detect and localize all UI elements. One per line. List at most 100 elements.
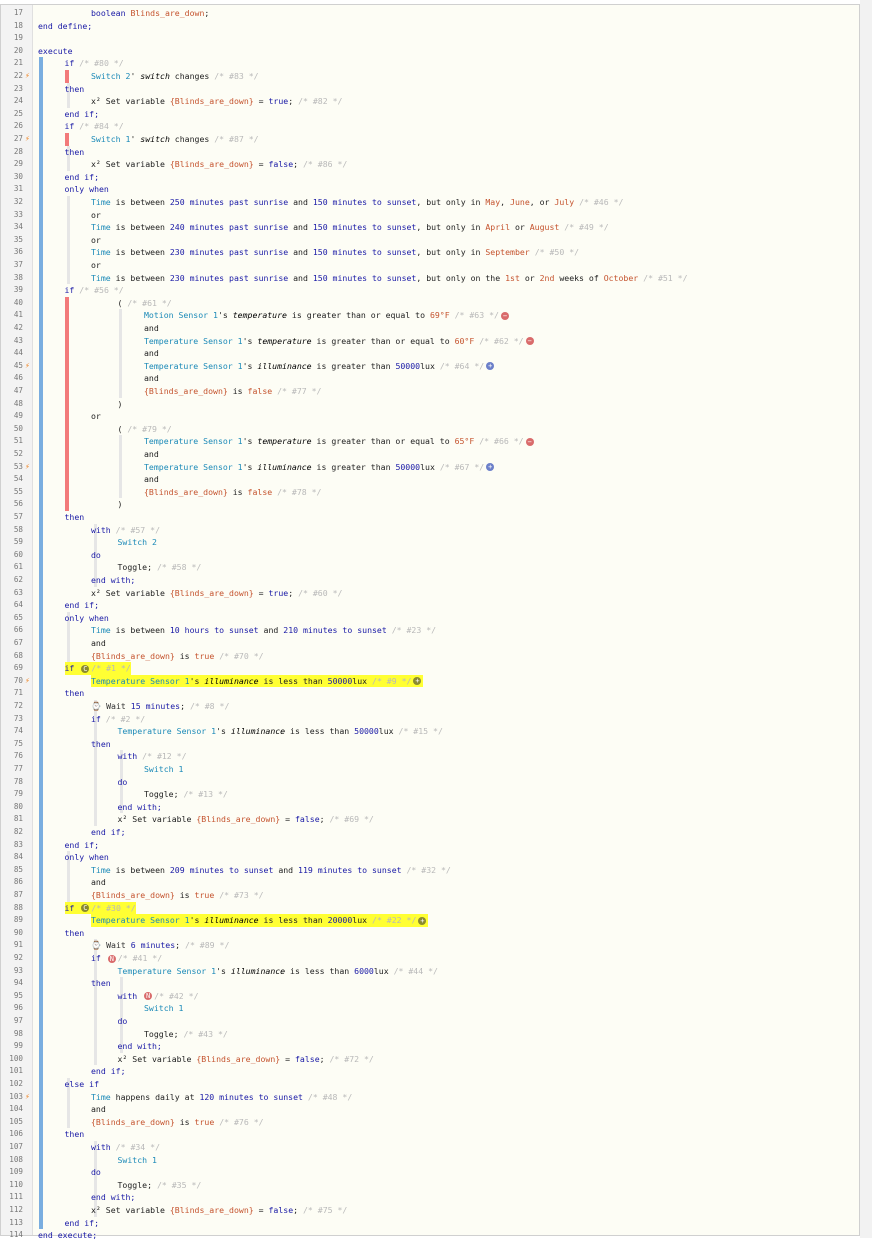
code-line[interactable]: 63 x² Set variable {Blinds_are_down} = tr… <box>1 587 859 600</box>
code-line[interactable]: 70 ⚡ Temperature Sensor 1's illuminance is… <box>1 674 859 688</box>
code-line[interactable]: 49 or <box>1 410 859 423</box>
code-line[interactable]: 48) <box>1 398 859 411</box>
code-line[interactable]: 21 if /* #80 */ <box>1 57 859 70</box>
code-line[interactable]: 80 end with; <box>1 801 859 814</box>
code-line[interactable]: 40 ( /* #61 */ <box>1 297 859 310</box>
code-line[interactable]: 67 and <box>1 637 859 650</box>
code-line[interactable]: 90 then <box>1 927 859 940</box>
code-line[interactable]: 25 end if; <box>1 108 859 121</box>
code-line[interactable]: 44 and <box>1 347 859 360</box>
code-line[interactable]: 32 Time is between 250 minutes past sunri… <box>1 196 859 209</box>
code-line[interactable]: 66 Time is between 10 hours to sunset and… <box>1 624 859 637</box>
code-line[interactable]: 94 then <box>1 977 859 990</box>
code-line[interactable]: 77 Switch 1 <box>1 763 859 776</box>
badge-plus-icon[interactable]: + <box>486 362 495 371</box>
code-line[interactable]: 81 x² Set variable {Blinds_are_down} = fa… <box>1 813 859 826</box>
code-line[interactable]: 74 Temperature Sensor 1's illuminance is … <box>1 725 859 738</box>
code-line[interactable]: 61 Toggle; /* #58 */ <box>1 561 859 574</box>
code-line[interactable]: 110 Toggle; /* #35 */ <box>1 1179 859 1192</box>
code-line[interactable]: 108 Switch 1 <box>1 1154 859 1167</box>
code-line[interactable]: 31 only when <box>1 183 859 196</box>
code-line[interactable]: 59 Switch 2 <box>1 536 859 549</box>
code-line[interactable]: 93 Temperature Sensor 1's illuminance is … <box>1 965 859 978</box>
code-line[interactable]: 18 end define; <box>1 20 859 33</box>
code-line[interactable]: 84 only when <box>1 851 859 864</box>
code-line[interactable]: 39 if /* #56 */ <box>1 284 859 297</box>
code-line[interactable]: 103 ⚡ Time happens daily at 120 minutes to… <box>1 1091 859 1104</box>
code-line[interactable]: 43 Temperature Sensor 1's temperature is … <box>1 335 859 348</box>
badge-c-icon[interactable]: C <box>81 664 90 673</box>
code-line[interactable]: 100 x² Set variable {Blinds_are_down} = f… <box>1 1053 859 1066</box>
code-line[interactable]: 104 and <box>1 1103 859 1116</box>
code-line[interactable]: 106 then <box>1 1128 859 1141</box>
badge-dot-icon[interactable]: + <box>413 677 422 686</box>
code-line[interactable]: 78 do <box>1 776 859 789</box>
code-line[interactable]: 27 ⚡ Switch 1' switch changes /* #87 */ <box>1 133 859 146</box>
code-line[interactable]: 105 {Blinds_are_down} is true /* #76 */ <box>1 1116 859 1129</box>
code-line[interactable]: 83 end if; <box>1 839 859 852</box>
code-line[interactable]: 29 x² Set variable {Blinds_are_down} = fa… <box>1 158 859 171</box>
code-line[interactable]: 53 ⚡ Temperature Sensor 1's illuminance is… <box>1 461 859 474</box>
badge-plus-icon[interactable]: + <box>486 463 495 472</box>
code-line[interactable]: 58 with /* #57 */ <box>1 524 859 537</box>
code-line[interactable]: 97 do <box>1 1015 859 1028</box>
code-line[interactable]: 96 Switch 1 <box>1 1002 859 1015</box>
code-line[interactable]: 47 {Blinds_are_down} is false /* #77 */ <box>1 385 859 398</box>
code-line[interactable]: 45 ⚡ Temperature Sensor 1's illuminance is… <box>1 360 859 373</box>
code-line[interactable]: 46 and <box>1 372 859 385</box>
code-line[interactable]: 17 boolean Blinds_are_down; <box>1 7 859 20</box>
code-line[interactable]: 42 and <box>1 322 859 335</box>
code-line[interactable]: 79 Toggle; /* #13 */ <box>1 788 859 801</box>
code-line[interactable]: 98 Toggle; /* #43 */ <box>1 1028 859 1041</box>
badge-n-icon[interactable]: N <box>107 954 116 963</box>
code-line[interactable]: 89 Temperature Sensor 1's illuminance is … <box>1 914 859 927</box>
code-line[interactable]: 76 with /* #12 */ <box>1 750 859 763</box>
code-line[interactable]: 65 only when <box>1 612 859 625</box>
code-line[interactable]: 54 and <box>1 473 859 486</box>
code-line[interactable]: 95 with N/* #42 */ <box>1 990 859 1003</box>
code-line[interactable]: 111 end with; <box>1 1191 859 1204</box>
code-line[interactable]: 57 then <box>1 511 859 524</box>
code-line[interactable]: 55 {Blinds_are_down} is false /* #78 */ <box>1 486 859 499</box>
code-line[interactable]: 102 else if <box>1 1078 859 1091</box>
code-line[interactable]: 56) <box>1 498 859 511</box>
badge-minus-icon[interactable]: − <box>500 311 509 320</box>
code-line[interactable]: 101 end if; <box>1 1065 859 1078</box>
code-line[interactable]: 36 Time is between 230 minutes past sunri… <box>1 246 859 259</box>
code-line[interactable]: 109 do <box>1 1166 859 1179</box>
code-line[interactable]: 75 then <box>1 738 859 751</box>
code-line[interactable]: 114 end execute; <box>1 1229 859 1242</box>
code-line[interactable]: 37 or <box>1 259 859 272</box>
badge-c-icon[interactable]: C <box>81 904 90 913</box>
code-line[interactable]: 62 end with; <box>1 574 859 587</box>
code-line[interactable]: 38 Time is between 230 minutes past sunri… <box>1 272 859 285</box>
code-line[interactable]: 88 if C/* #30 */ <box>1 901 859 915</box>
code-line[interactable]: 33 or <box>1 209 859 222</box>
code-line[interactable]: 50 ( /* #79 */ <box>1 423 859 436</box>
code-line[interactable]: 87 {Blinds_are_down} is true /* #73 */ <box>1 889 859 902</box>
code-line[interactable]: 113 end if; <box>1 1217 859 1230</box>
code-line[interactable]: 51 Temperature Sensor 1's temperature is … <box>1 435 859 448</box>
code-line[interactable]: 19 <box>1 32 859 45</box>
code-line[interactable]: 30 end if; <box>1 171 859 184</box>
code-line[interactable]: 64 end if; <box>1 599 859 612</box>
code-line[interactable]: 72 ⌚ Wait 15 minutes; /* #8 */ <box>1 700 859 713</box>
code-line[interactable]: 99 end with; <box>1 1040 859 1053</box>
code-line[interactable]: 41 Motion Sensor 1's temperature is great… <box>1 309 859 322</box>
vertical-scrollbar[interactable] <box>860 0 872 1238</box>
badge-n-icon[interactable]: N <box>144 992 153 1001</box>
code-line[interactable]: 73 if /* #2 */ <box>1 713 859 726</box>
code-line[interactable]: 91 ⌚ Wait 6 minutes; /* #89 */ <box>1 939 859 952</box>
code-line[interactable]: 35 or <box>1 234 859 247</box>
code-line[interactable]: 68 {Blinds_are_down} is true /* #70 */ <box>1 650 859 663</box>
code-line[interactable]: 24 x² Set variable {Blinds_are_down} = tr… <box>1 95 859 108</box>
code-line[interactable]: 52 and <box>1 448 859 461</box>
badge-dot-icon[interactable]: + <box>418 916 427 925</box>
code-line[interactable]: 34 Time is between 240 minutes past sunri… <box>1 221 859 234</box>
code-line[interactable]: 28 then <box>1 146 859 159</box>
code-line[interactable]: 22 ⚡ Switch 2' switch changes /* #83 */ <box>1 70 859 83</box>
code-line[interactable]: 86 and <box>1 876 859 889</box>
code-line[interactable]: 71 then <box>1 687 859 700</box>
code-line[interactable]: 92 if N/* #41 */ <box>1 952 859 965</box>
badge-minus-icon[interactable]: − <box>525 437 534 446</box>
